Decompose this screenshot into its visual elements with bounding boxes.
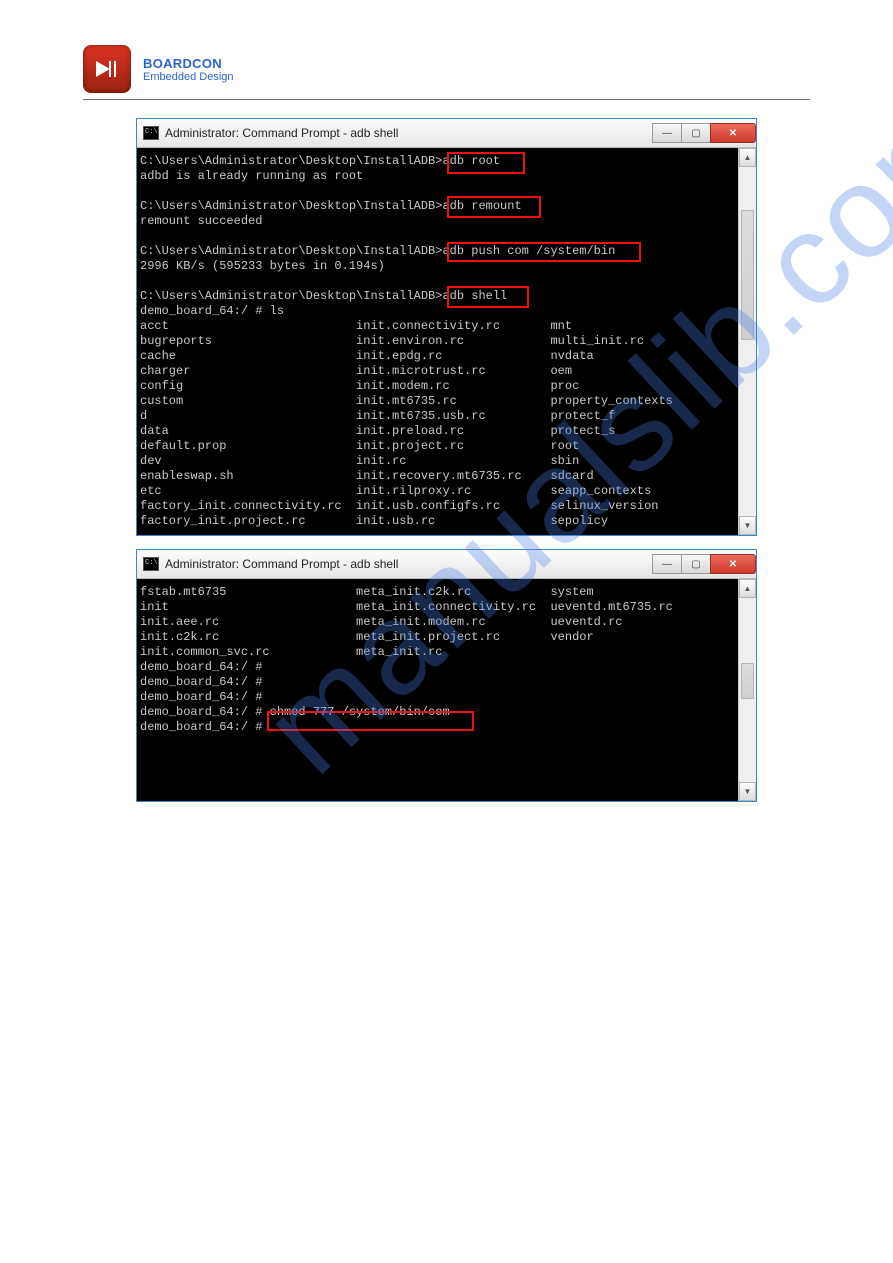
terminal-output: C:\Users\Administrator\Desktop\InstallAD… xyxy=(137,148,756,535)
minimize-button[interactable]: — xyxy=(652,123,682,143)
brand-text: BOARDCON Embedded Design xyxy=(143,56,234,83)
cmd-prompt-icon xyxy=(143,557,159,571)
scroll-thumb[interactable] xyxy=(741,663,754,699)
scrollbar[interactable]: ▲ ▼ xyxy=(738,579,756,801)
cmd-window-1: Administrator: Command Prompt - adb shel… xyxy=(136,118,757,536)
close-button[interactable]: ✕ xyxy=(710,554,756,574)
scroll-thumb[interactable] xyxy=(741,210,754,340)
maximize-button[interactable]: ▢ xyxy=(681,554,711,574)
minimize-button[interactable]: — xyxy=(652,554,682,574)
brand-name: BOARDCON xyxy=(143,56,234,71)
window-title: Administrator: Command Prompt - adb shel… xyxy=(165,126,398,140)
scroll-down-button[interactable]: ▼ xyxy=(739,782,756,801)
page-header: BOARDCON Embedded Design xyxy=(83,45,810,100)
brand-logo-icon xyxy=(83,45,131,93)
scroll-up-button[interactable]: ▲ xyxy=(739,148,756,167)
scroll-up-button[interactable]: ▲ xyxy=(739,579,756,598)
cmd-window-2: Administrator: Command Prompt - adb shel… xyxy=(136,549,757,802)
terminal-output: fstab.mt6735 meta_init.c2k.rc system ini… xyxy=(137,579,756,741)
titlebar: Administrator: Command Prompt - adb shel… xyxy=(137,119,756,148)
scrollbar[interactable]: ▲ ▼ xyxy=(738,148,756,535)
brand-tagline: Embedded Design xyxy=(143,71,234,83)
titlebar: Administrator: Command Prompt - adb shel… xyxy=(137,550,756,579)
cmd-prompt-icon xyxy=(143,126,159,140)
maximize-button[interactable]: ▢ xyxy=(681,123,711,143)
close-button[interactable]: ✕ xyxy=(710,123,756,143)
window-title: Administrator: Command Prompt - adb shel… xyxy=(165,557,398,571)
scroll-down-button[interactable]: ▼ xyxy=(739,516,756,535)
